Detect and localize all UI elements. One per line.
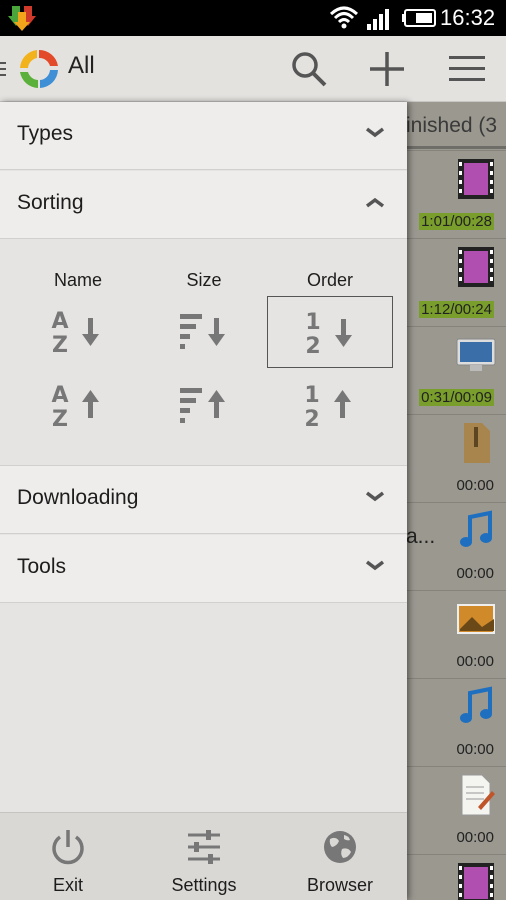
- sort-name-ascending-button[interactable]: A Z: [15, 370, 141, 442]
- sort-size-down-icon: [180, 314, 225, 349]
- section-tools[interactable]: Tools: [0, 535, 407, 603]
- list-item[interactable]: 1:12/00:24: [406, 238, 506, 326]
- music-icon: [460, 510, 492, 547]
- video-icon: [458, 247, 494, 287]
- drawer-footer: Exit Settings Browser: [0, 812, 407, 900]
- settings-button[interactable]: Settings: [136, 813, 272, 900]
- status-bar: 16:32: [0, 0, 506, 36]
- svg-text:1: 1: [305, 310, 320, 335]
- chevron-down-icon: [365, 560, 385, 571]
- section-downloading-label: Downloading: [17, 486, 139, 509]
- section-types-label: Types: [17, 122, 74, 145]
- archive-icon: [464, 423, 490, 463]
- time-label: 1:01/00:28: [419, 213, 494, 230]
- section-sorting-label: Sorting: [17, 191, 84, 214]
- tab-divider: [406, 146, 506, 149]
- music-icon: [460, 686, 492, 723]
- svg-text:Z: Z: [52, 407, 68, 432]
- svg-text:1: 1: [304, 383, 319, 408]
- sort-order-descending-button[interactable]: 1 2: [267, 296, 393, 368]
- power-icon: [52, 830, 84, 865]
- svg-text:2: 2: [305, 334, 320, 359]
- list-item[interactable]: 1:01/00:28: [406, 150, 506, 238]
- svg-text:A: A: [51, 309, 68, 334]
- search-icon[interactable]: [288, 48, 330, 90]
- image-icon: [457, 604, 495, 634]
- sort-numeric-down-icon: 1 2: [305, 310, 352, 359]
- list-item[interactable]: 00:00: [406, 678, 506, 766]
- chevron-up-icon: [365, 197, 385, 208]
- signal-strength-icon: [367, 9, 389, 30]
- section-sorting[interactable]: Sorting: [0, 171, 407, 239]
- sort-name-descending-button[interactable]: A Z: [15, 296, 141, 368]
- page-title: All: [68, 52, 95, 79]
- item-name: a...: [406, 525, 436, 548]
- sort-alpha-down-icon: A Z: [51, 309, 99, 358]
- browser-button[interactable]: Browser: [272, 813, 407, 900]
- chevron-down-icon: [365, 127, 385, 138]
- exit-button[interactable]: Exit: [0, 813, 136, 900]
- list-item[interactable]: 0:31/00:09: [406, 326, 506, 414]
- settings-label: Settings: [171, 875, 237, 895]
- list-item[interactable]: a... 00:00: [406, 502, 506, 590]
- clock: 16:32: [440, 5, 496, 30]
- sort-alpha-up-icon: A Z: [51, 383, 99, 432]
- action-bar: All: [0, 36, 506, 102]
- exit-label: Exit: [52, 875, 83, 895]
- time-label: 00:00: [456, 741, 494, 758]
- time-label: 0:31/00:09: [419, 389, 494, 406]
- svg-text:Z: Z: [52, 333, 68, 358]
- svg-text:A: A: [51, 383, 68, 408]
- time-label: 1:12/00:24: [419, 301, 494, 318]
- sort-col-name: Name: [53, 270, 102, 290]
- plus-icon[interactable]: [366, 48, 408, 90]
- sort-col-order: Order: [306, 270, 353, 290]
- section-types[interactable]: Types: [0, 102, 407, 170]
- globe-icon: [324, 831, 356, 863]
- time-label: 00:00: [456, 477, 494, 494]
- sort-order-ascending-button[interactable]: 1 2: [267, 370, 393, 442]
- list-item[interactable]: [406, 854, 506, 900]
- browser-label: Browser: [306, 875, 373, 895]
- time-label: 00:00: [456, 829, 494, 846]
- sorting-panel: Name Size Order A Z 1 2 A Z 1 2: [0, 240, 407, 466]
- sort-numeric-up-icon: 1 2: [304, 383, 351, 432]
- sort-col-size: Size: [186, 270, 222, 290]
- section-downloading[interactable]: Downloading: [0, 466, 407, 534]
- app-refresh-logo-icon[interactable]: [16, 46, 62, 92]
- sort-size-up-icon: [180, 388, 225, 423]
- video-icon: [458, 159, 494, 199]
- time-label: 00:00: [456, 653, 494, 670]
- menu-icon[interactable]: [446, 48, 488, 90]
- chevron-down-icon: [365, 491, 385, 502]
- video-icon: [458, 863, 494, 900]
- battery-icon: [402, 9, 436, 27]
- monitor-icon: [456, 338, 496, 371]
- document-icon: [461, 774, 495, 816]
- drawer-indicator-icon[interactable]: [0, 62, 6, 76]
- sort-size-ascending-button[interactable]: [141, 370, 267, 442]
- svg-text:2: 2: [304, 407, 319, 432]
- tab-finished[interactable]: inished (3: [406, 114, 497, 138]
- sliders-icon: [188, 830, 220, 864]
- time-label: 00:00: [456, 565, 494, 582]
- list-item[interactable]: 00:00: [406, 766, 506, 854]
- list-item[interactable]: 00:00: [406, 414, 506, 502]
- download-arrows-icon: [8, 6, 36, 31]
- list-item[interactable]: 00:00: [406, 590, 506, 678]
- sort-size-descending-button[interactable]: [141, 296, 267, 368]
- section-tools-label: Tools: [17, 555, 67, 578]
- navigation-drawer: Types Sorting Name Size Order A Z 1 2 A …: [0, 102, 407, 900]
- wifi-icon: [329, 6, 359, 29]
